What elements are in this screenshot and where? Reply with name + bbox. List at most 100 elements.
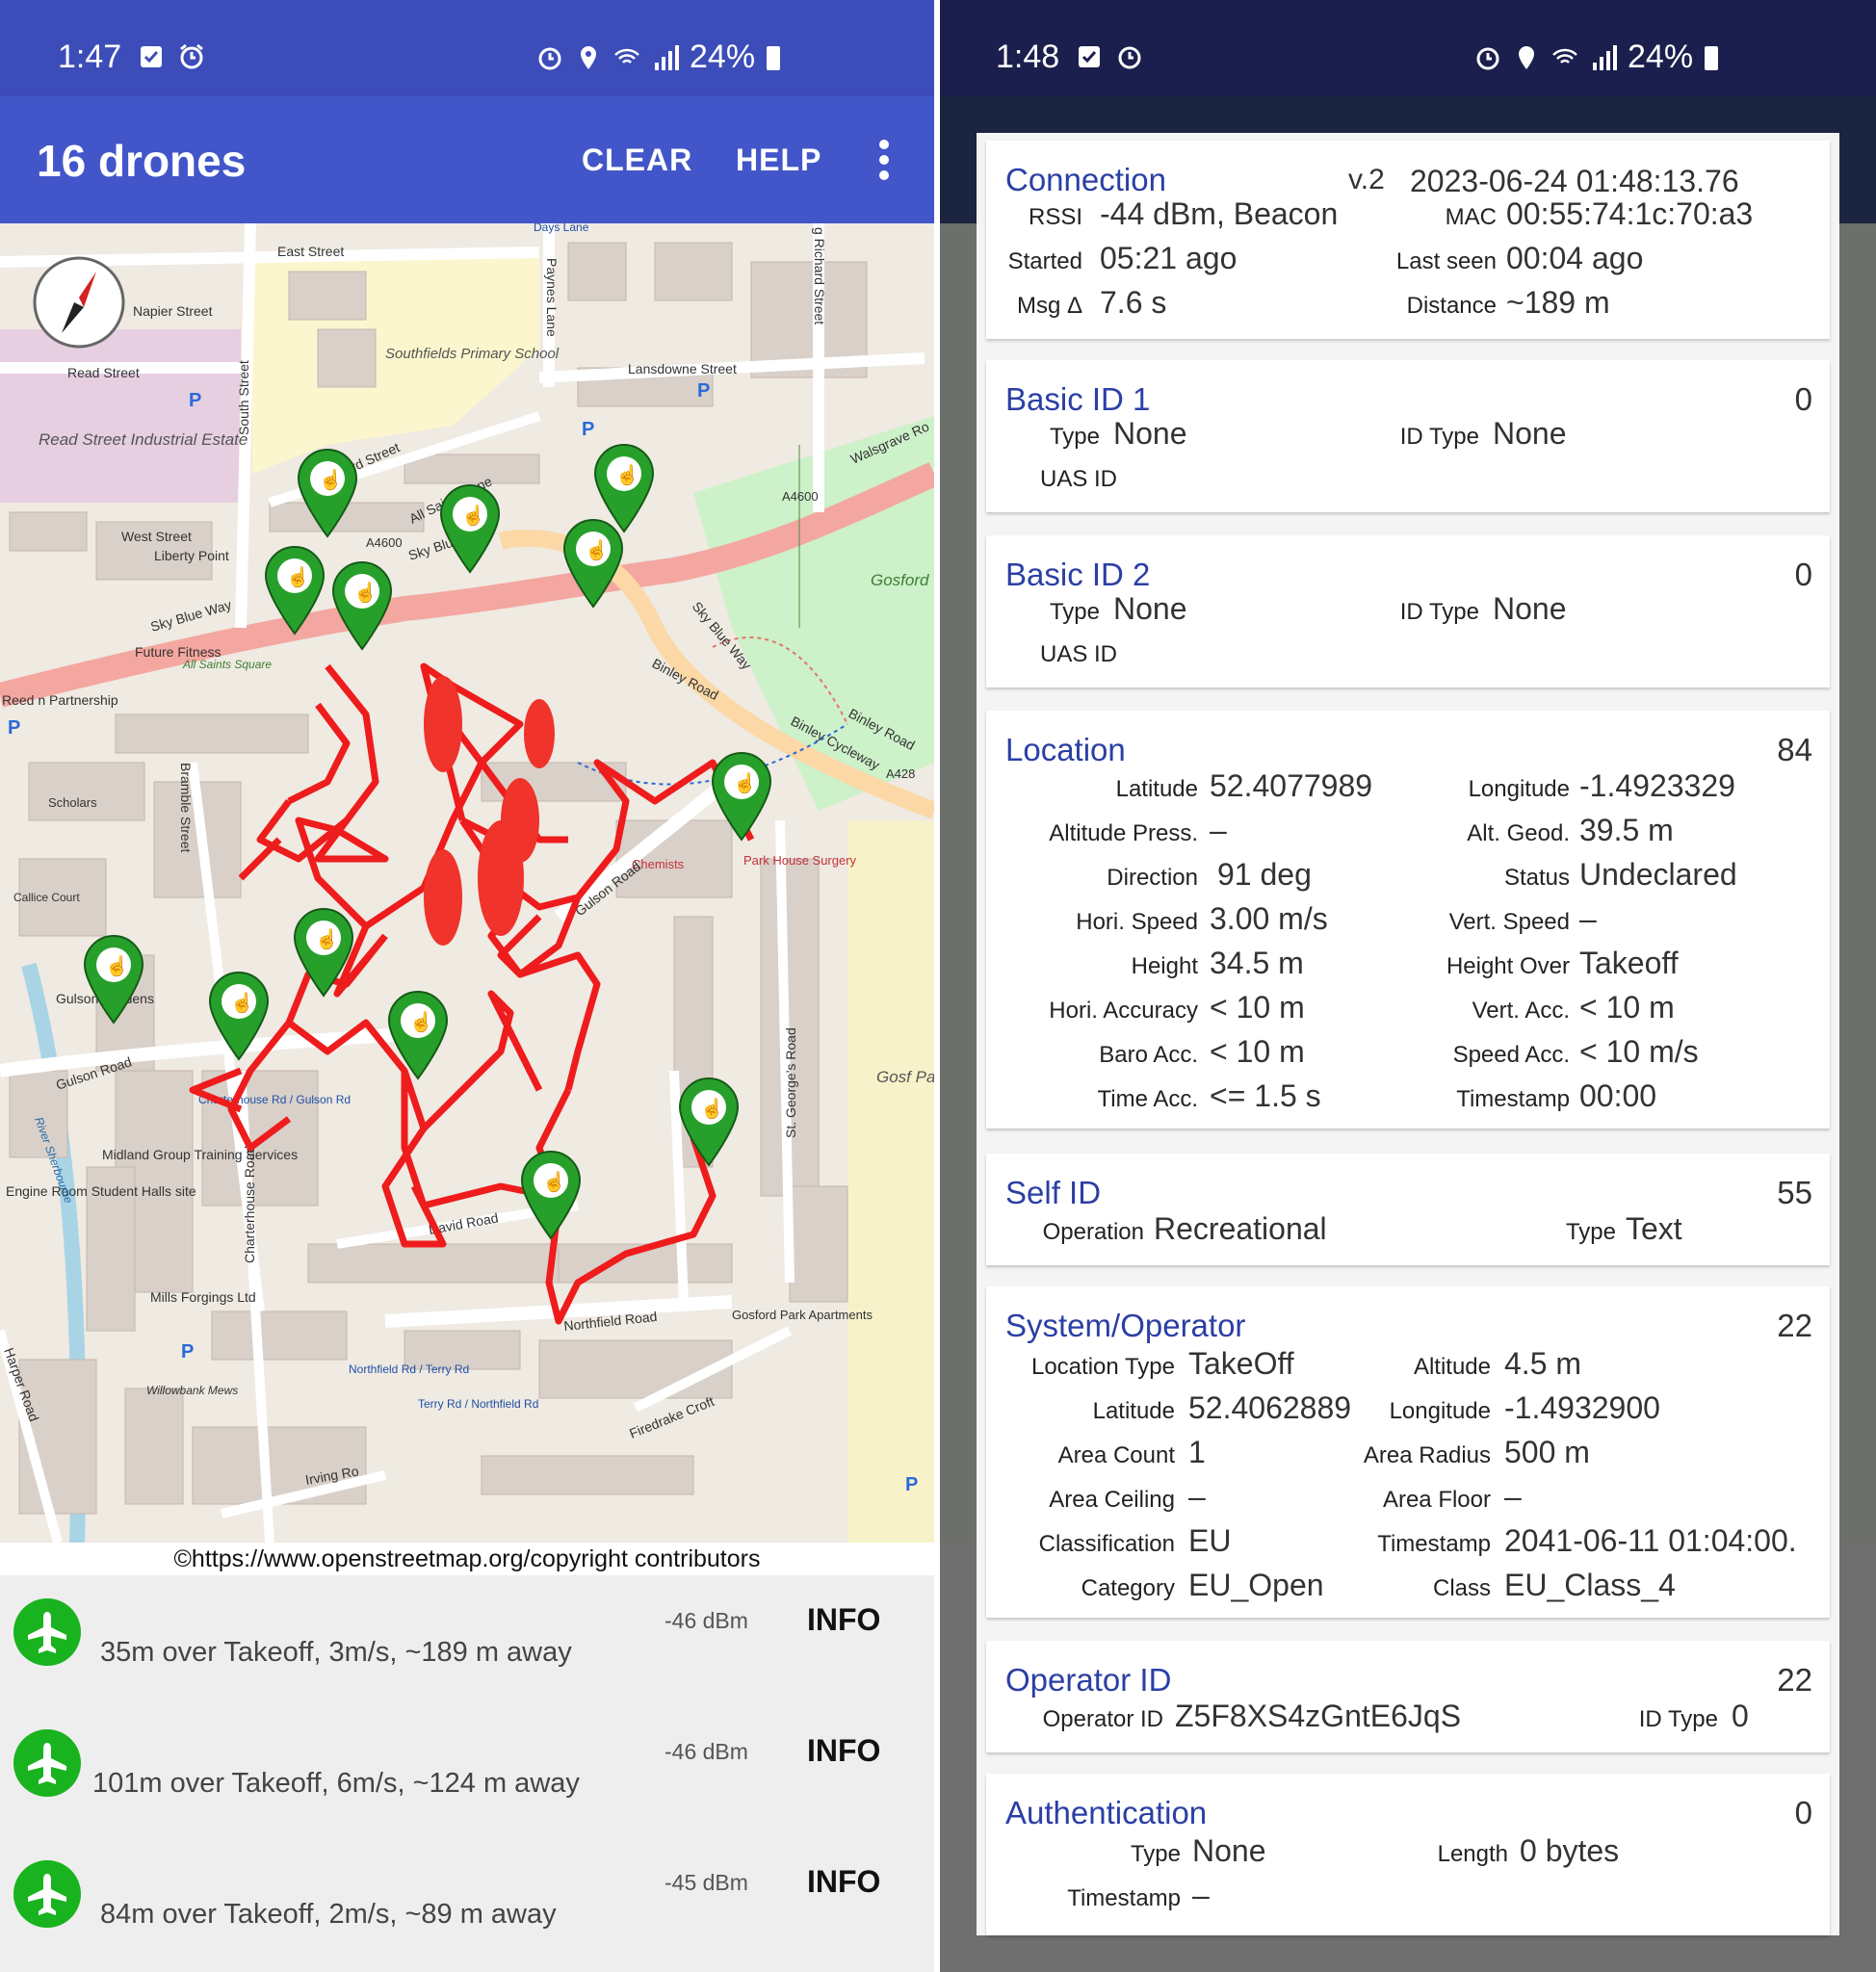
drone-list-item[interactable]: 35m over Takeoff, 3m/s, ~189 m away -46 …	[0, 1577, 934, 1708]
location-type-value: TakeOff	[1188, 1346, 1294, 1381]
help-button[interactable]: HELP	[736, 143, 821, 178]
drone-info-button[interactable]: INFO	[807, 1733, 880, 1769]
auth-timestamp-value: –	[1192, 1878, 1210, 1912]
map-attribution: ©https://www.openstreetmap.org/copyright…	[0, 1543, 934, 1575]
basic-id-1-type-value: None	[1113, 416, 1187, 451]
clear-button[interactable]: CLEAR	[582, 143, 692, 178]
system-longitude-label: Longitude	[1389, 1398, 1491, 1424]
system-latitude-label: Latitude	[1092, 1398, 1175, 1424]
hand-pointer-icon: ☝	[286, 565, 310, 588]
class-value: EU_Class_4	[1504, 1568, 1676, 1602]
app-bar: 16 drones CLEAR HELP	[0, 96, 934, 223]
basic-id-1-card: Basic ID 1 0 Type None ID Type None UAS …	[986, 360, 1830, 512]
hand-pointer-icon: ☝	[315, 927, 339, 950]
hand-pointer-icon: ☝	[353, 581, 378, 604]
map-label-midland-group: Midland Group Training Services	[102, 1147, 298, 1162]
area-ceiling-value: –	[1188, 1479, 1206, 1514]
basic-id-1-id-type-label: ID Type	[1399, 424, 1479, 450]
checkbox-notification-icon	[141, 46, 162, 67]
parking-icon: P	[697, 380, 710, 402]
battery-percent: 24%	[690, 39, 756, 75]
system-operator-card: System/Operator 22 Location Type TakeOff…	[986, 1286, 1830, 1618]
system-operator-title: System/Operator	[1005, 1308, 1246, 1343]
area-radius-label: Area Radius	[1363, 1442, 1491, 1468]
auth-length-label: Length	[1437, 1841, 1508, 1867]
map-label-richard-street: g Richard Street	[812, 227, 827, 324]
basic-id-2-type-value: None	[1113, 591, 1187, 626]
map-label-gosford-park-apartments: Gosford Park Apartments	[732, 1308, 873, 1322]
drone-rssi: -46 dBm	[664, 1739, 748, 1764]
basic-id-2-card: Basic ID 2 0 Type None ID Type None UAS …	[986, 535, 1830, 688]
baro-acc-label: Baro Acc.	[1099, 1042, 1198, 1068]
system-longitude-value: -1.4932900	[1504, 1390, 1660, 1425]
longitude-label: Longitude	[1468, 776, 1570, 802]
area-floor-label: Area Floor	[1382, 1487, 1491, 1513]
status-label: Status	[1503, 865, 1570, 891]
basic-id-2-title: Basic ID 2	[1005, 557, 1151, 592]
map-label-callice-court: Callice Court	[13, 891, 80, 904]
map-label-a4600-east: A4600	[782, 489, 819, 504]
classification-label: Classification	[1038, 1531, 1175, 1557]
location-timestamp-label: Timestamp	[1456, 1086, 1570, 1112]
map-label-reed-partnership: Reed n Partnership	[2, 692, 118, 708]
hori-speed-label: Hori. Speed	[1076, 909, 1198, 935]
msg-delta-label: Msg Δ	[1016, 293, 1082, 319]
map-label-east-street: East Street	[277, 244, 344, 259]
direction-label: Direction	[1107, 865, 1198, 891]
overflow-menu-icon[interactable]	[874, 139, 894, 181]
authentication-card: Authentication 0 Type None Length 0 byte…	[986, 1774, 1830, 1935]
basic-id-2-uas-label: UAS ID	[1040, 641, 1118, 667]
status-bar: 1:47 24%	[0, 0, 934, 96]
status-time: 1:47	[58, 39, 122, 75]
latitude-value: 52.4077989	[1210, 768, 1373, 803]
distance-label: Distance	[1406, 293, 1497, 319]
drone-list-item[interactable]: 101m over Takeoff, 6m/s, ~124 m away -46…	[0, 1708, 934, 1839]
alarm-icon-2	[538, 47, 561, 69]
basic-id-1-uas-label: UAS ID	[1040, 466, 1118, 492]
self-id-type-label: Type	[1565, 1219, 1616, 1245]
self-id-type-value: Text	[1626, 1211, 1682, 1246]
airplane-icon	[13, 1598, 81, 1666]
system-timestamp-value: 2041-06-11 01:04:00.	[1504, 1523, 1797, 1558]
msg-delta-value: 7.6 s	[1100, 285, 1167, 320]
parking-icon: P	[181, 1341, 194, 1362]
drone-summary: 84m over Takeoff, 2m/s, ~89 m away	[100, 1899, 557, 1930]
auth-type-value: None	[1192, 1833, 1266, 1868]
drone-list-item[interactable]: 84m over Takeoff, 2m/s, ~89 m away -45 d…	[0, 1839, 934, 1970]
drone-info-button[interactable]: INFO	[807, 1864, 880, 1900]
baro-acc-value: < 10 m	[1210, 1034, 1305, 1069]
drone-info-button[interactable]: INFO	[807, 1602, 880, 1638]
wifi-icon	[1552, 48, 1577, 64]
map-view[interactable]: East Street Napier Street Read Street Re…	[0, 223, 934, 1543]
map-label-gosford-park-school: Gosf Park Pr Sch	[876, 1068, 934, 1086]
compass-icon[interactable]	[33, 256, 125, 349]
basic-id-2-id-type-label: ID Type	[1399, 599, 1479, 625]
height-over-label: Height Over	[1446, 953, 1570, 979]
drone-rssi: -45 dBm	[664, 1870, 748, 1895]
basic-id-1-id-type-value: None	[1493, 416, 1567, 451]
hori-accuracy-label: Hori. Accuracy	[1049, 998, 1198, 1024]
connection-card: Connection v.2 2023-06-24 01:48:13.76 RS…	[986, 141, 1830, 339]
map-label-lansdowne-street: Lansdowne Street	[628, 361, 737, 376]
auth-timestamp-label: Timestamp	[1067, 1885, 1181, 1911]
park-school-area	[847, 820, 934, 1543]
mac-label: MAC	[1445, 204, 1497, 230]
map-label-paynes-lane: Paynes Lane	[544, 258, 560, 337]
authentication-title: Authentication	[1005, 1795, 1208, 1830]
operator-id-value: Z5F8XS4zGntE6JqS	[1175, 1699, 1462, 1733]
drone-count-title: 16 drones	[37, 136, 247, 186]
map-label-st-georges-road: St. George's Road	[783, 1027, 798, 1138]
signal-icon	[655, 44, 679, 70]
basic-id-1-type-label: Type	[1049, 424, 1100, 450]
time-acc-value: <= 1.5 s	[1210, 1078, 1321, 1113]
operator-id-card: Operator ID 22 Operator ID Z5F8XS4zGntE6…	[986, 1641, 1830, 1752]
altitude-press-label: Altitude Press.	[1049, 820, 1198, 846]
airplane-icon	[13, 1860, 81, 1928]
alt-geod-label: Alt. Geod.	[1467, 820, 1570, 846]
self-id-card: Self ID 55 Operation Recreational Type T…	[986, 1154, 1830, 1265]
system-latitude-value: 52.4062889	[1188, 1390, 1352, 1425]
height-value: 34.5 m	[1210, 946, 1304, 980]
rssi-value: -44 dBm, Beacon	[1100, 196, 1339, 231]
alarm-icon	[180, 43, 203, 69]
map-label-liberty-point: Liberty Point	[154, 548, 229, 563]
